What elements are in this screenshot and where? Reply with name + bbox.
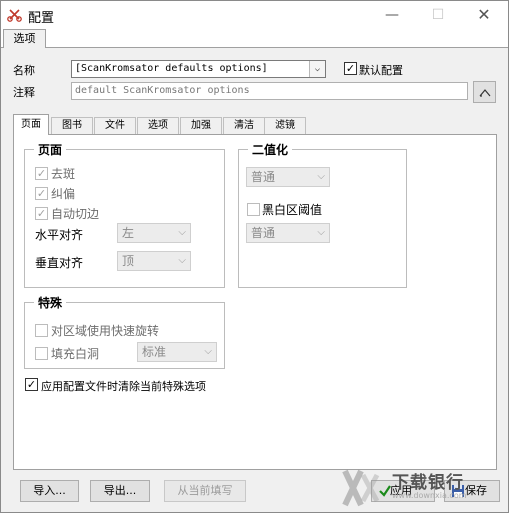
maximize-button[interactable]: ☐ [415, 1, 461, 29]
binarize-group-title: 二值化 [248, 141, 293, 158]
fast-rotate-checkbox[interactable] [35, 324, 48, 337]
edit-note-button[interactable] [473, 81, 496, 103]
default-config-checkbox[interactable]: ✓ [344, 62, 357, 75]
name-label: 名称 [13, 64, 35, 77]
chevron-down-icon: ⌵ [317, 171, 325, 182]
note-field[interactable]: default ScanKromsator options [71, 82, 468, 100]
clear-special-checkbox[interactable]: ✓ [25, 378, 38, 391]
fill-holes-label: 填充白洞 [51, 347, 100, 361]
halign-value: 左 [122, 226, 135, 240]
deskew-label: 纠偏 [51, 187, 76, 201]
halign-label: 水平对齐 [35, 228, 84, 242]
import-button[interactable]: 导入... [20, 480, 79, 502]
fill-holes-value: 标准 [142, 345, 167, 359]
despeckle-checkbox[interactable]: ✓ [35, 167, 48, 180]
minimize-button[interactable]: — [369, 1, 415, 29]
window-title: 配置 [28, 11, 55, 26]
deskew-checkbox[interactable]: ✓ [35, 187, 48, 200]
binarize-mode-select[interactable]: 普通 ⌵ [246, 167, 330, 187]
page-group-title: 页面 [34, 141, 67, 158]
tab-enhance[interactable]: 加强 [180, 117, 222, 134]
chevron-down-icon: ⌵ [317, 227, 325, 238]
pencil-icon [479, 89, 490, 97]
tab-file[interactable]: 文件 [94, 117, 136, 134]
valign-value: 顶 [122, 254, 135, 268]
note-label: 注释 [13, 86, 35, 99]
despeckle-label: 去斑 [51, 167, 76, 181]
tab-book[interactable]: 图书 [51, 117, 93, 134]
title-bar: 配置 — ☐ ✕ [1, 1, 508, 29]
bw-threshold-value: 普通 [251, 226, 276, 240]
special-group-title: 特殊 [34, 294, 67, 311]
export-button[interactable]: 导出... [90, 480, 150, 502]
scissors-app-icon [7, 9, 22, 22]
fill-holes-checkbox[interactable] [35, 347, 48, 360]
fill-from-current-button[interactable]: 从当前填写 [164, 480, 246, 502]
valign-label: 垂直对齐 [35, 256, 84, 270]
autocut-label: 自动切边 [51, 207, 100, 221]
tab-options-sub[interactable]: 选项 [137, 117, 179, 134]
bw-threshold-select[interactable]: 普通 ⌵ [246, 223, 330, 243]
halign-select[interactable]: 左 ⌵ [117, 223, 191, 243]
profile-name-select[interactable]: [ScanKromsator defaults options] ⌵ [71, 60, 326, 78]
tab-clean[interactable]: 清洁 [223, 117, 265, 134]
fill-holes-select[interactable]: 标准 ⌵ [137, 342, 217, 362]
tab-page[interactable]: 页面 [13, 114, 49, 135]
binarize-mode-value: 普通 [251, 170, 276, 184]
chevron-down-icon: ⌵ [204, 346, 212, 357]
tab-filter[interactable]: 滤镜 [264, 117, 306, 134]
watermark-text: 下载银行 [392, 473, 464, 493]
chevron-down-icon: ⌵ [178, 227, 186, 238]
bw-threshold-checkbox[interactable] [247, 203, 260, 216]
close-button[interactable]: ✕ [461, 1, 507, 29]
top-tab-strip [1, 29, 508, 48]
default-config-label: 默认配置 [359, 64, 403, 77]
chevron-down-icon: ⌵ [309, 61, 325, 77]
autocut-checkbox[interactable]: ✓ [35, 207, 48, 220]
chevron-down-icon: ⌵ [178, 255, 186, 266]
bw-threshold-label: 黑白区阈值 [262, 203, 323, 217]
config-window: 配置 — ☐ ✕ 选项 名称 [ScanKromsator defaults o… [0, 0, 509, 513]
clear-special-label: 应用配置文件时清除当前特殊选项 [41, 380, 206, 393]
profile-name-value: [ScanKromsator defaults options] [75, 63, 268, 74]
tab-options[interactable]: 选项 [3, 29, 46, 48]
valign-select[interactable]: 顶 ⌵ [117, 251, 191, 271]
watermark-url: www.downxia.com [392, 491, 467, 500]
fast-rotate-label: 对区域使用快速旋转 [51, 324, 160, 338]
